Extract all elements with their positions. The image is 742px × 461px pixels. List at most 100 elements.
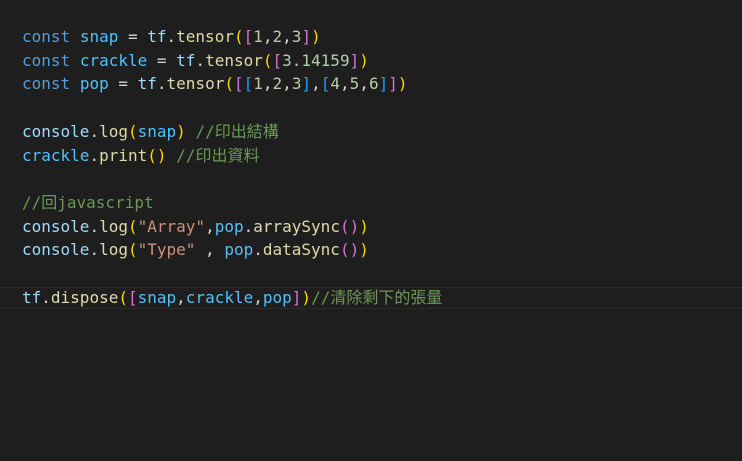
punctuation-token: ,: [262, 74, 273, 94]
keyword-token: const: [22, 27, 71, 46]
punctuation-token: ,: [205, 216, 215, 236]
bracket-token: ): [359, 216, 369, 236]
variable-token: snap: [137, 287, 177, 307]
punctuation-token: [167, 146, 177, 165]
punctuation-token: [186, 122, 196, 141]
punctuation-token: [70, 27, 80, 46]
comment-token: //印出資料: [176, 145, 260, 165]
number-literal: 1: [253, 74, 263, 94]
number-literal: 1: [253, 27, 263, 46]
identifier-token: tf: [137, 74, 157, 94]
bracket-token: ]: [301, 74, 312, 94]
bracket-token: [: [127, 287, 138, 307]
code-line[interactable]: const crackle = tf.tensor([3.14159]): [22, 49, 369, 73]
variable-token: pop: [79, 74, 109, 94]
punctuation-token: .: [89, 145, 100, 165]
punctuation-token: ,: [282, 74, 292, 94]
number-literal: 3: [291, 27, 302, 46]
function-token: tensor: [205, 50, 263, 70]
bracket-token: ]: [378, 74, 389, 94]
string-literal: "Type": [137, 240, 196, 260]
code-line[interactable]: tf.dispose([snap,crackle,pop])//清除剩下的張量: [22, 286, 442, 310]
function-token: print: [99, 145, 148, 165]
bracket-token: (: [224, 74, 234, 94]
code-line[interactable]: console.log("Type" , pop.dataSync()): [22, 238, 369, 262]
punctuation-token: ,: [359, 74, 369, 94]
code-line[interactable]: //回javascript: [22, 191, 154, 215]
code-line[interactable]: console.log(snap) //印出結構: [22, 120, 279, 144]
punctuation-token: .: [243, 216, 254, 236]
bracket-token: ): [176, 121, 186, 141]
number-literal: 6: [368, 74, 379, 94]
function-token: dispose: [50, 287, 119, 307]
number-literal: 2: [272, 74, 283, 94]
identifier-token: console: [22, 216, 90, 236]
function-token: log: [99, 240, 128, 260]
bracket-token: ): [156, 145, 167, 165]
bracket-token: ]: [388, 74, 398, 94]
code-line[interactable]: console.log("Array",pop.arraySync()): [22, 215, 369, 239]
bracket-token: (: [127, 216, 138, 236]
function-token: arraySync: [253, 216, 340, 236]
bracket-token: ): [301, 287, 312, 307]
variable-token: pop: [262, 287, 292, 307]
variable-token: pop: [224, 240, 254, 260]
comment-token: //清除剩下的張量: [311, 287, 443, 307]
bracket-token: [: [243, 74, 254, 94]
bracket-token: ): [349, 240, 360, 260]
identifier-token: console: [22, 240, 90, 260]
bracket-token: (: [127, 121, 138, 141]
bracket-token: [: [320, 74, 331, 94]
variable-token: snap: [79, 27, 119, 46]
bracket-token: (: [147, 145, 157, 165]
function-token: log: [99, 216, 128, 236]
punctuation-token: .: [89, 121, 100, 141]
number-literal: 4: [330, 74, 341, 94]
number-literal: 2: [272, 27, 283, 46]
bracket-token: (: [262, 50, 273, 70]
bracket-token: [: [233, 74, 244, 94]
variable-token: crackle: [79, 50, 148, 70]
bracket-token: (: [233, 27, 244, 46]
code-editor[interactable]: const snap = tf.tensor([1,2,3]) const cra…: [0, 0, 742, 461]
identifier-token: tf: [147, 27, 167, 46]
punctuation-token: =: [147, 50, 177, 70]
variable-token: crackle: [185, 287, 254, 307]
function-token: tensor: [166, 74, 225, 94]
punctuation-token: ,: [262, 27, 273, 46]
function-token: log: [99, 121, 128, 141]
punctuation-token: ,: [253, 287, 263, 307]
bracket-token: [: [243, 27, 254, 46]
punctuation-token: ,: [282, 27, 292, 46]
code-line[interactable]: crackle.print() //印出資料: [22, 144, 259, 168]
punctuation-token: .: [89, 216, 100, 236]
punctuation-token: =: [118, 27, 148, 46]
bracket-token: ): [359, 240, 369, 260]
punctuation-token: =: [108, 74, 138, 94]
number-literal: 3.14159: [282, 50, 350, 70]
comment-token: //回javascript: [22, 192, 154, 212]
variable-token: snap: [137, 121, 177, 141]
keyword-token: const: [22, 50, 71, 70]
variable-token: pop: [214, 216, 244, 236]
bracket-token: ): [349, 216, 360, 236]
bracket-token: ): [359, 50, 369, 70]
number-literal: 3: [291, 74, 302, 94]
bracket-token: ): [311, 27, 321, 46]
punctuation-token: .: [195, 50, 206, 70]
punctuation-token: .: [253, 240, 263, 260]
bracket-token: (: [339, 216, 350, 236]
bracket-token: ): [397, 74, 408, 94]
function-token: tensor: [176, 27, 234, 46]
punctuation-token: .: [89, 240, 100, 260]
punctuation-token: [70, 51, 80, 70]
bracket-token: ]: [301, 27, 312, 46]
code-line[interactable]: const pop = tf.tensor([[1,2,3],[4,5,6]]): [22, 72, 408, 96]
bracket-token: ]: [349, 50, 360, 70]
punctuation-token: ,: [195, 240, 225, 260]
code-line[interactable]: const snap = tf.tensor([1,2,3]): [22, 25, 321, 49]
punctuation-token: ,: [176, 287, 186, 307]
variable-token: crackle: [22, 145, 90, 165]
punctuation-token: ,: [340, 74, 350, 94]
punctuation-token: [70, 74, 80, 93]
